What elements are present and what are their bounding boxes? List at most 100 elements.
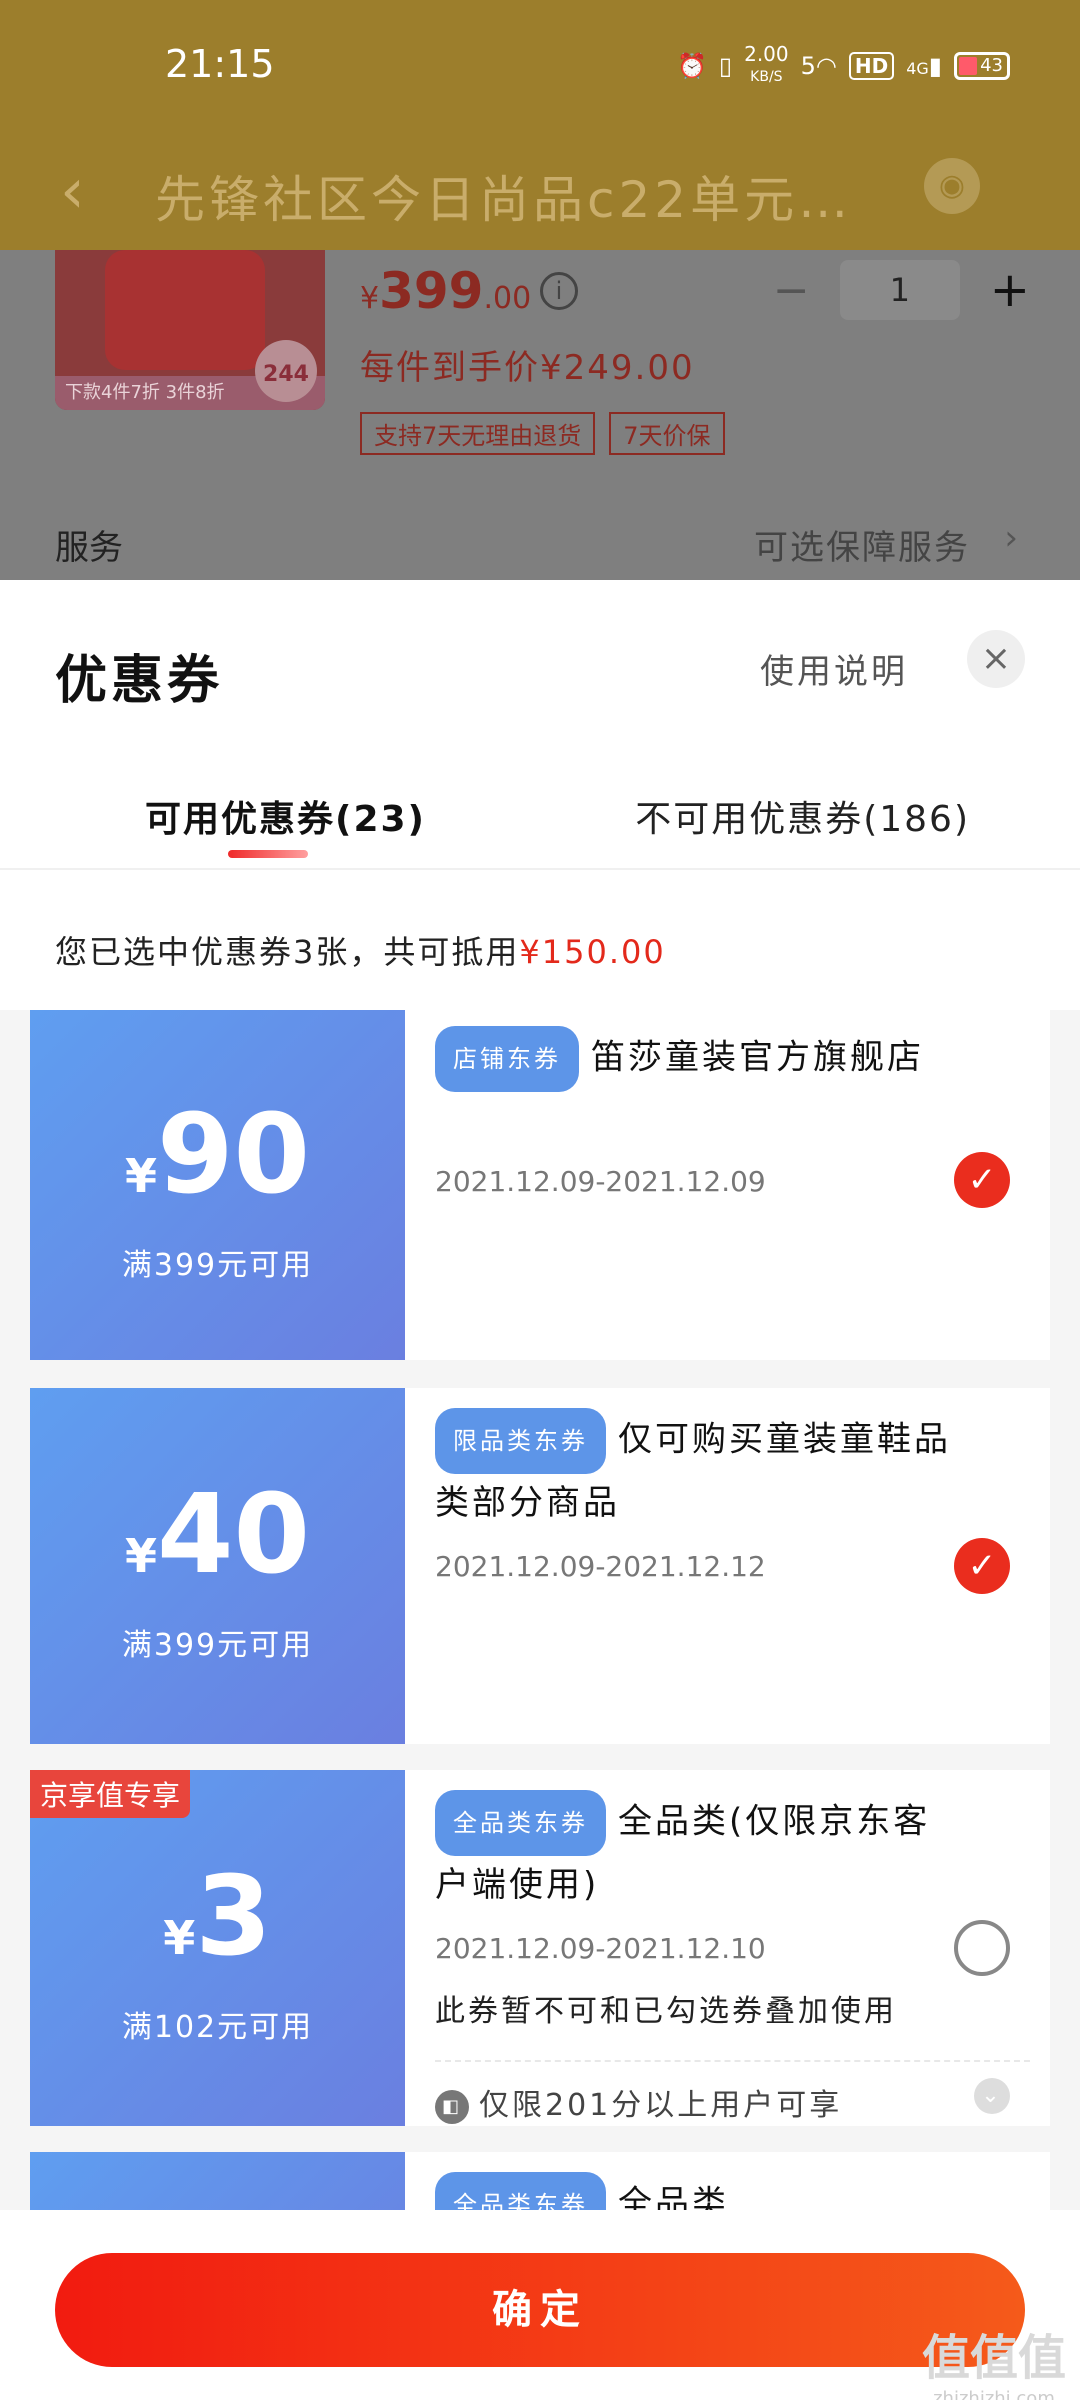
service-tag: 7天价保 — [609, 412, 725, 455]
info-icon[interactable]: i — [540, 272, 578, 310]
service-tags: 支持7天无理由退货 7天价保 — [360, 412, 725, 455]
sheet-title: 优惠券 — [55, 651, 224, 711]
bottom-bar: 确定 — [0, 2220, 1080, 2400]
alarm-icon: ⏰ — [676, 51, 707, 80]
tab-available[interactable]: 可用优惠券(23) — [145, 790, 426, 842]
coupon-condition: 满102元可用 — [121, 2010, 314, 2045]
nav-title: 先锋社区今日尚品c22单元... — [155, 171, 855, 229]
tab-unavailable[interactable]: 不可用优惠券(186) — [635, 790, 970, 842]
coupon-currency: ¥ — [124, 1149, 157, 1203]
coupon-type-tag: 店铺东券 — [435, 1026, 579, 1092]
coupon-card[interactable]: ¥90 满399元可用 店铺东券 笛莎童装官方旗舰店 2021.12.09-202… — [24, 1010, 1050, 1360]
chevron-down-icon[interactable]: ⌄ — [974, 2078, 1010, 2114]
coupon-right-panel: 全品类东券 全品类 — [435, 2152, 1030, 2210]
summary-text: 您已选中优惠券3张，共可抵用 — [55, 933, 520, 971]
qty-minus-button[interactable]: − — [773, 265, 810, 316]
battery-level: 43 — [980, 54, 1003, 76]
status-icons: ⏰ ▯ 2.00 KB/S 5◠ HD 4G▮ 43 — [677, 44, 1010, 87]
coupon-card[interactable]: 全品类东券 全品类 — [24, 2152, 1050, 2210]
coupon-left-panel — [24, 2152, 405, 2210]
nav-bar: ‹ 先锋社区今日尚品c22单元... ◉ — [0, 130, 1080, 250]
product-jacket-shape — [105, 250, 265, 370]
network-speed-value: 2.00 — [744, 42, 789, 66]
coupon-list[interactable]: ¥90 满399元可用 店铺东券 笛莎童装官方旗舰店 2021.12.09-202… — [0, 1010, 1080, 2210]
coupon-type-tag: 全品类东券 — [435, 1790, 606, 1856]
coupon-date: 2021.12.09-2021.12.09 — [435, 1165, 766, 1198]
coupon-condition: 满399元可用 — [121, 1248, 314, 1283]
coupon-desc-line: 全品类东券 全品类 — [435, 2172, 1030, 2210]
coupon-type-tag: 全品类东券 — [435, 2172, 606, 2210]
cellular-icon: 4G▮ — [906, 51, 942, 80]
product-area: 下款4件7折 3件8折 244 ¥399.00 i − 1 + 每件到手价¥24… — [0, 250, 1080, 580]
service-value[interactable]: 可选保障服务 — [754, 520, 970, 569]
price-dec: .00 — [483, 281, 532, 316]
coupon-date: 2021.12.09-2021.12.12 — [435, 1550, 766, 1583]
coupon-amount: ¥90 — [30, 1090, 405, 1218]
qty-input[interactable]: 1 — [839, 260, 960, 320]
service-label: 服务 — [55, 528, 123, 568]
confirm-button[interactable]: 确定 — [55, 2253, 1025, 2367]
product-image-tag: 244 — [255, 340, 317, 402]
coupon-value: 3 — [195, 1852, 272, 1980]
coupon-limit-row[interactable]: ◧ 仅限201分以上用户可享 ⌄ — [435, 2060, 1030, 2124]
coupon-amount: ¥3 — [30, 1852, 405, 1980]
coupon-card[interactable]: ¥3 满102元可用 京享值专享 全品类东券 全品类(仅限京东客户端使用) 202… — [24, 1770, 1050, 2126]
battery-icon: 43 — [954, 51, 1010, 80]
coupon-value: 40 — [156, 1470, 311, 1598]
close-icon[interactable]: × — [967, 630, 1025, 688]
coupon-right-panel: 店铺东券 笛莎童装官方旗舰店 2021.12.09-2021.12.09 — [435, 1010, 1030, 1360]
product-price: ¥399.00 — [360, 262, 531, 320]
price-int: 399 — [379, 262, 484, 320]
network-speed: 2.00 KB/S — [744, 44, 789, 87]
coupon-type-tag: 限品类东券 — [435, 1408, 606, 1474]
tab-active-indicator — [228, 850, 308, 858]
watermark: 值值值 zhizhizhi.com — [922, 2318, 1066, 2400]
limit-icon: ◧ — [435, 2089, 469, 2124]
cellular-label: 4G — [906, 58, 929, 78]
hd-icon: HD — [848, 51, 895, 80]
coupon-left-panel: ¥90 满399元可用 — [24, 1010, 405, 1360]
coupon-left-panel: ¥40 满399元可用 — [24, 1388, 405, 1744]
chevron-right-icon[interactable]: › — [1004, 518, 1018, 558]
location-icon[interactable]: ◉ — [924, 158, 980, 214]
selected-summary: 您已选中优惠券3张，共可抵用¥150.00 — [55, 927, 666, 973]
jingxiang-badge: 京享值专享 — [30, 1770, 191, 1818]
vibrate-icon: ▯ — [718, 51, 733, 80]
coupon-note: 此券暂不可和已勾选券叠加使用 — [435, 1994, 897, 2029]
coupon-date: 2021.12.09-2021.12.10 — [435, 1932, 766, 1965]
watermark-sub: zhizhizhi.com — [933, 2388, 1055, 2400]
watermark-text: 值值值 — [921, 2330, 1066, 2386]
coupon-left-panel: ¥3 满102元可用 — [24, 1770, 405, 2126]
coupon-right-panel: 限品类东券 仅可购买童装童鞋品类部分商品 2021.12.09-2021.12.1… — [435, 1388, 1030, 1744]
service-tag: 支持7天无理由退货 — [360, 412, 596, 455]
coupon-right-panel: 全品类东券 全品类(仅限京东客户端使用) 2021.12.09-2021.12.1… — [435, 1770, 1030, 2126]
price-currency: ¥ — [360, 281, 380, 316]
product-image: 下款4件7折 3件8折 244 — [55, 250, 325, 410]
coupon-desc-line: 限品类东券 仅可购买童装童鞋品类部分商品 — [435, 1408, 955, 1532]
coupon-amount: ¥40 — [30, 1470, 405, 1598]
coupon-desc-line: 店铺东券 笛莎童装官方旗舰店 — [435, 1026, 1030, 1092]
coupon-value: 90 — [156, 1090, 311, 1218]
coupon-tabs: 可用优惠券(23) 不可用优惠券(186) — [0, 760, 1080, 870]
unchecked-circle-icon[interactable] — [954, 1920, 1010, 1976]
coupon-limit-text: 仅限201分以上用户可享 — [479, 2088, 843, 2123]
coupon-desc-line: 全品类东券 全品类(仅限京东客户端使用) — [435, 1790, 955, 1914]
wifi-label: 5 — [800, 51, 816, 80]
check-icon[interactable]: ✓ — [954, 1538, 1010, 1594]
coupon-currency: ¥ — [163, 1911, 196, 1965]
summary-amount: ¥150.00 — [519, 933, 666, 971]
status-time: 21:15 — [165, 42, 275, 86]
usage-instructions-link[interactable]: 使用说明 — [760, 644, 908, 693]
network-speed-unit: KB/S — [750, 69, 783, 85]
battery-fill — [959, 56, 977, 75]
coupon-condition: 满399元可用 — [121, 1628, 314, 1663]
qty-plus-button[interactable]: + — [990, 262, 1030, 318]
final-price: 每件到手价¥249.00 — [360, 348, 695, 388]
coupon-card[interactable]: ¥40 满399元可用 限品类东券 仅可购买童装童鞋品类部分商品 2021.12.… — [24, 1388, 1050, 1744]
check-icon[interactable]: ✓ — [954, 1152, 1010, 1208]
coupon-desc: 全品类 — [618, 2183, 729, 2211]
status-bar: 21:15 ⏰ ▯ 2.00 KB/S 5◠ HD 4G▮ 43 — [0, 0, 1080, 130]
back-icon[interactable]: ‹ — [60, 154, 85, 227]
coupon-desc: 笛莎童装官方旗舰店 — [591, 1037, 924, 1078]
coupon-currency: ¥ — [124, 1529, 157, 1583]
